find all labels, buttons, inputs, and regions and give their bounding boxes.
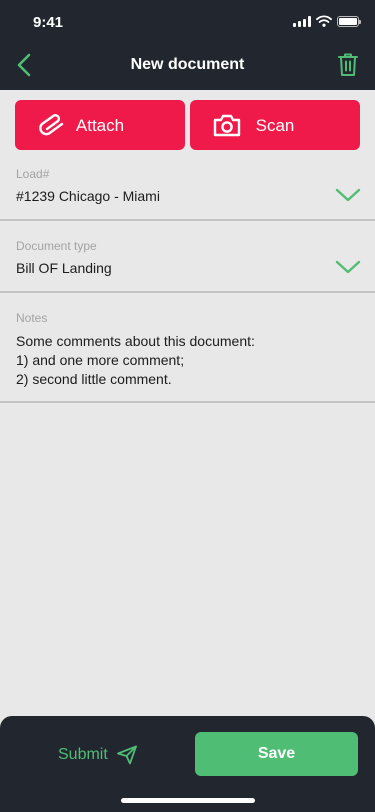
document-type-value: Bill OF Landing [16, 260, 112, 276]
battery-icon [337, 15, 361, 27]
bottom-bar: Submit Save [0, 716, 375, 812]
load-select[interactable]: Load# #1239 Chicago - Miami [0, 162, 375, 221]
trash-icon [338, 53, 358, 76]
chevron-down-icon [335, 260, 361, 274]
submit-label: Submit [58, 746, 108, 763]
status-icons [293, 15, 361, 27]
document-type-label: Document type [16, 239, 97, 253]
scan-button[interactable]: Scan [190, 100, 360, 150]
delete-button[interactable] [336, 52, 360, 78]
wifi-icon [316, 15, 332, 27]
chevron-down-icon [335, 188, 361, 202]
submit-button[interactable]: Submit [58, 743, 138, 767]
notes-text[interactable]: Some comments about this document: 1) an… [16, 332, 255, 389]
home-indicator [121, 798, 255, 803]
attach-label: Attach [75, 116, 125, 135]
notes-field[interactable]: Notes Some comments about this document:… [0, 305, 375, 403]
save-button[interactable]: Save [195, 732, 358, 776]
notes-label: Notes [16, 311, 48, 325]
top-bar: 9:41 New document [0, 0, 375, 90]
notes-line: 2) second little comment. [16, 371, 172, 387]
attach-button[interactable]: Attach [15, 100, 185, 150]
send-icon [116, 745, 137, 765]
load-value: #1239 Chicago - Miami [16, 188, 160, 204]
notes-line: Some comments about this document: [16, 333, 255, 349]
scan-label: Scan [255, 116, 295, 135]
signal-icon [293, 15, 311, 27]
notes-line: 1) and one more comment; [16, 352, 185, 368]
page-title: New document [130, 56, 245, 73]
load-label: Load# [16, 167, 50, 181]
document-type-select[interactable]: Document type Bill OF Landing [0, 233, 375, 293]
status-time: 9:41 [33, 14, 64, 31]
